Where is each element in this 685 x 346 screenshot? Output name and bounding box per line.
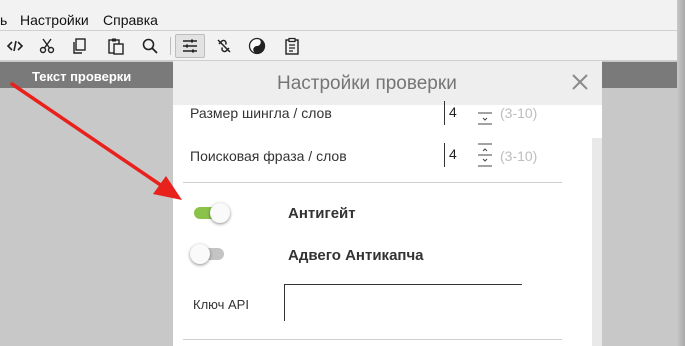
menu-item-help[interactable]: Справка <box>103 12 158 28</box>
search-icon[interactable] <box>138 34 162 58</box>
menu-item-settings[interactable]: Настройки <box>20 12 89 28</box>
shingle-size-stepper[interactable]: 4 <box>444 101 492 125</box>
divider <box>183 182 562 183</box>
api-key-input[interactable] <box>284 284 522 321</box>
menu-item-file[interactable]: ь <box>0 12 7 28</box>
stepper-arrows-icon[interactable] <box>478 101 492 125</box>
unlink-icon[interactable] <box>212 34 236 58</box>
paste-icon[interactable] <box>104 34 128 58</box>
advego-anticaptcha-toggle[interactable] <box>190 243 228 265</box>
advego-anticaptcha-label: Адвего Антикапча <box>288 247 424 264</box>
text-panel-header: Текст проверки <box>0 62 173 88</box>
code-icon[interactable] <box>3 34 27 58</box>
search-phrase-stepper[interactable]: 4 <box>444 143 492 167</box>
toolbar <box>0 31 680 61</box>
copy-icon[interactable] <box>68 34 92 58</box>
shingle-size-range: (3-10) <box>500 105 538 121</box>
divider <box>183 339 562 340</box>
search-phrase-range: (3-10) <box>500 148 538 164</box>
menu-bar: ь Настройки Справка <box>0 0 685 31</box>
search-phrase-label: Поисковая фраза / слов <box>190 148 347 164</box>
yin-yang-icon[interactable] <box>245 34 269 58</box>
antigate-label: Антигейт <box>288 205 356 222</box>
clipboard-icon[interactable] <box>280 34 304 58</box>
antigate-toggle[interactable] <box>192 202 230 224</box>
close-icon[interactable] <box>568 70 592 94</box>
toggle-knob <box>210 203 230 223</box>
dialog-title: Настройки проверки <box>277 73 457 94</box>
toggle-knob <box>190 244 210 264</box>
text-panel-title: Текст проверки <box>32 69 132 84</box>
panel-header-right <box>602 62 680 88</box>
sliders-icon[interactable] <box>175 34 205 58</box>
dialog-header: Настройки проверки <box>173 61 602 105</box>
api-key-label: Ключ API <box>193 297 249 312</box>
stepper-arrows-icon[interactable] <box>478 143 492 167</box>
window-edge-shadow <box>677 0 685 346</box>
toolbar-separator <box>170 37 171 55</box>
search-phrase-value[interactable]: 4 <box>444 143 476 167</box>
shingle-size-value[interactable]: 4 <box>444 101 476 125</box>
dialog-scrollbar[interactable] <box>592 138 602 346</box>
settings-dialog: Настройки проверки Размер шингла / слов … <box>173 61 602 346</box>
scissors-icon[interactable] <box>35 34 59 58</box>
shingle-size-label: Размер шингла / слов <box>190 105 332 121</box>
